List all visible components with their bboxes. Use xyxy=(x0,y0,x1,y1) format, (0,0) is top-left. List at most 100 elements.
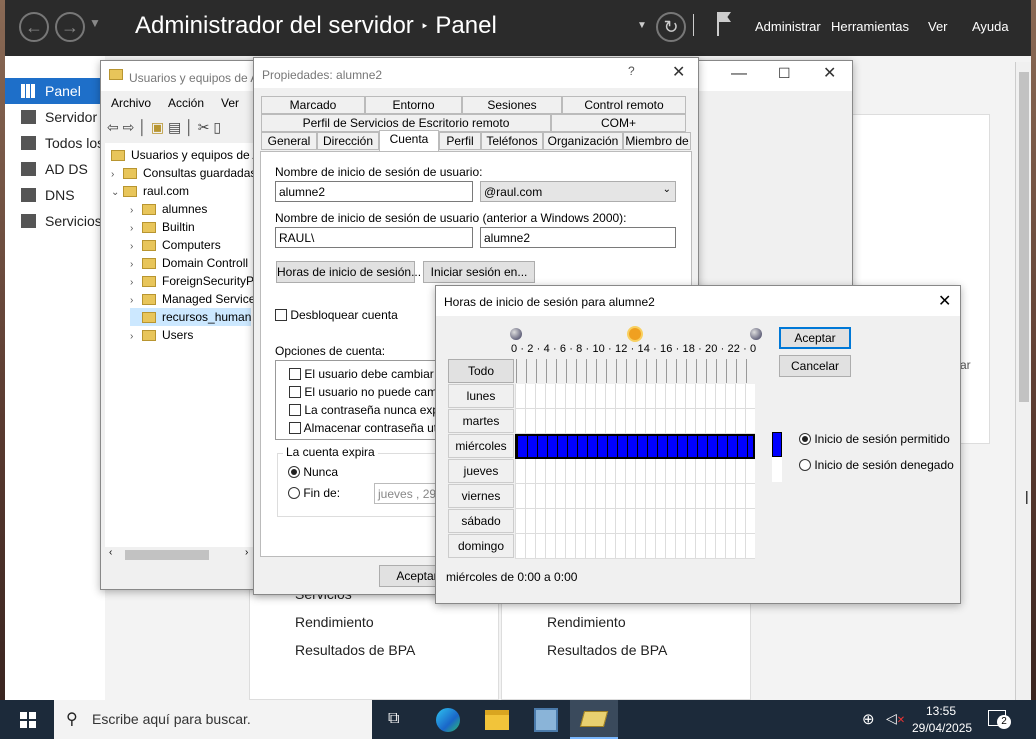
chevron-icon[interactable]: › xyxy=(130,328,142,346)
option-checkbox[interactable] xyxy=(289,386,301,398)
tile-bpa-2[interactable]: Resultados de BPA xyxy=(547,642,667,658)
account-option[interactable]: La contraseña nunca expira xyxy=(289,403,452,417)
account-option[interactable]: El usuario no puede cambiar xyxy=(289,385,457,399)
start-icon[interactable] xyxy=(20,712,36,728)
tree-item[interactable]: › Computers xyxy=(130,236,221,254)
tab-miembro-de[interactable]: Miembro de xyxy=(623,132,691,150)
hour-header-buttons[interactable] xyxy=(516,359,756,383)
option-checkbox[interactable] xyxy=(289,422,301,434)
tab-control-remoto[interactable]: Control remoto xyxy=(562,96,686,114)
tab-marcado[interactable]: Marcado xyxy=(261,96,365,114)
tree-item[interactable]: › Managed Service xyxy=(130,290,255,308)
clock-date[interactable]: 29/04/2025 xyxy=(912,721,972,735)
hours-row[interactable] xyxy=(515,484,755,509)
notifications-icon[interactable]: 2 xyxy=(988,710,1011,729)
tree-root[interactable]: Usuarios y equipos de A xyxy=(111,146,260,164)
tab-general[interactable]: General xyxy=(261,132,317,150)
tab-cuenta[interactable]: Cuenta xyxy=(379,130,439,151)
chevron-icon[interactable]: ⌄ xyxy=(111,184,123,202)
menu-ayuda[interactable]: Ayuda xyxy=(972,19,1009,34)
refresh-icon[interactable]: ↻ xyxy=(656,12,686,42)
sidebar-item-servicios[interactable]: Servicios xyxy=(5,208,105,234)
denied-radio[interactable] xyxy=(799,459,811,471)
edge-icon[interactable] xyxy=(436,708,460,732)
search-box[interactable]: ⚲ Escribe aquí para buscar. xyxy=(54,700,372,739)
unlock-checkbox[interactable] xyxy=(275,309,287,321)
sidebar-item-todos[interactable]: Todos los xyxy=(5,130,105,156)
sidebar-item-panel[interactable]: Panel xyxy=(5,78,105,104)
unlock-row[interactable]: Desbloquear cuenta xyxy=(275,308,398,322)
tree-item[interactable]: › Users xyxy=(130,326,193,344)
tab-entorno[interactable]: Entorno xyxy=(365,96,462,114)
permitted-row[interactable]: Inicio de sesión permitido xyxy=(799,432,950,446)
menu-herramientas[interactable]: Herramientas xyxy=(831,19,909,34)
close-icon[interactable]: ✕ xyxy=(823,63,836,83)
maximize-icon[interactable]: ☐ xyxy=(778,65,791,82)
cut-icon[interactable]: ✂ xyxy=(198,119,210,135)
account-options-list[interactable]: El usuario debe cambiar la c El usuario … xyxy=(275,360,458,440)
day-button-5[interactable]: sábado xyxy=(448,509,514,533)
domain-select[interactable]: @raul.com ⌄ xyxy=(480,181,676,202)
tile-rendimiento[interactable]: Rendimiento xyxy=(295,614,374,630)
permitted-radio[interactable] xyxy=(799,433,811,445)
tree-item[interactable]: › alumnes xyxy=(130,200,207,218)
history-dropdown-icon[interactable]: ▼ xyxy=(89,16,101,30)
sidebar-item-servidor[interactable]: Servidor xyxy=(5,104,105,130)
network-icon[interactable]: ⊕ xyxy=(862,710,875,728)
hours-row[interactable] xyxy=(515,384,755,409)
hours-row[interactable] xyxy=(515,509,755,534)
sidebar-item-dns[interactable]: DNS xyxy=(5,182,105,208)
back-arrow-icon[interactable]: ⇦ xyxy=(107,119,119,135)
show-tree-icon[interactable]: ▤ xyxy=(168,119,181,135)
tree-item[interactable]: recursos_human xyxy=(130,308,252,326)
volume-muted-icon[interactable]: ◁✕ xyxy=(886,710,905,727)
logon-name-input[interactable]: alumne2 xyxy=(275,181,473,202)
never-row[interactable]: Nunca xyxy=(288,465,338,479)
back-icon[interactable]: ← xyxy=(19,12,49,42)
logon-hours-button[interactable]: Horas de inicio de sesión... xyxy=(276,261,421,283)
explorer-icon[interactable] xyxy=(485,710,509,730)
forward-icon[interactable]: → xyxy=(55,12,85,42)
account-option[interactable]: Almacenar contraseña utiliza xyxy=(289,421,458,435)
day-button-2[interactable]: miércoles xyxy=(448,434,514,458)
clock-time[interactable]: 13:55 xyxy=(926,704,956,718)
hours-grid[interactable] xyxy=(515,384,755,559)
tile-bpa[interactable]: Resultados de BPA xyxy=(295,642,415,658)
logon-to-button[interactable]: Iniciar sesión en... xyxy=(423,261,535,283)
day-button-6[interactable]: domingo xyxy=(448,534,514,558)
day-button-1[interactable]: martes xyxy=(448,409,514,433)
forward-arrow-icon[interactable]: ⇨ xyxy=(123,119,135,135)
pre2000-user-input[interactable]: alumne2 xyxy=(480,227,676,248)
menu-ver[interactable]: Ver xyxy=(221,96,239,110)
tree-item[interactable]: › Domain Controll xyxy=(130,254,248,272)
server-manager-icon[interactable] xyxy=(534,708,558,732)
menu-administrar[interactable]: Administrar xyxy=(755,19,821,34)
up-folder-icon[interactable]: ▣ xyxy=(151,119,164,135)
scroll-right-icon[interactable]: › xyxy=(245,547,248,558)
pre2000-domain-input[interactable]: RAUL\ xyxy=(275,227,473,248)
close-icon[interactable]: ✕ xyxy=(672,62,685,82)
task-view-icon[interactable]: ⧉ xyxy=(388,710,399,728)
denied-row[interactable]: Inicio de sesión denegado xyxy=(799,458,954,472)
scroll-left-icon[interactable]: ‹ xyxy=(109,547,112,558)
copy-icon[interactable]: ▯ xyxy=(213,119,221,135)
tile-rendimiento-2[interactable]: Rendimiento xyxy=(547,614,626,630)
close-icon[interactable]: ✕ xyxy=(938,291,951,311)
hours-cancel-button[interactable]: Cancelar xyxy=(779,355,851,377)
tab-tel-fonos[interactable]: Teléfonos xyxy=(481,132,543,150)
select-all-button[interactable]: Todo xyxy=(448,359,514,383)
dropdown-icon[interactable]: ▼ xyxy=(637,20,647,31)
day-button-4[interactable]: viernes xyxy=(448,484,514,508)
hours-ok-button[interactable]: Aceptar xyxy=(779,327,851,349)
scrollbar[interactable] xyxy=(1015,62,1031,700)
tree-item[interactable]: › Builtin xyxy=(130,218,195,236)
tree-item[interactable]: ⌄ raul.com xyxy=(111,182,189,200)
menu-ver[interactable]: Ver xyxy=(928,19,948,34)
hours-row[interactable] xyxy=(515,459,755,484)
tab-sesiones[interactable]: Sesiones xyxy=(462,96,562,114)
tree-item[interactable]: › Consultas guardadas xyxy=(111,164,256,182)
day-button-3[interactable]: jueves xyxy=(448,459,514,483)
option-checkbox[interactable] xyxy=(289,404,301,416)
never-radio[interactable] xyxy=(288,466,300,478)
menu-accion[interactable]: Acción xyxy=(168,96,204,110)
